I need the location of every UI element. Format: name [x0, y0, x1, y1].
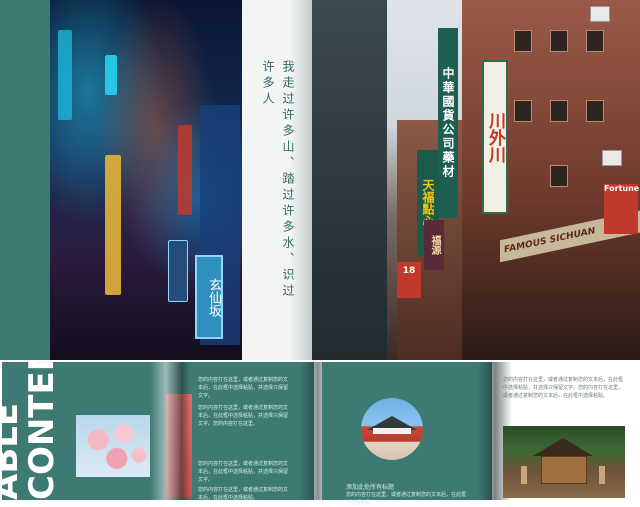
- shop-sign: Fortune: [604, 184, 639, 234]
- neon-sign: [58, 30, 72, 120]
- neon-sign: [168, 240, 188, 302]
- air-conditioner: [590, 6, 610, 22]
- neon-sign: [105, 55, 117, 95]
- neon-sign: [105, 155, 121, 295]
- vertical-sign: 中華國貨公司藥材: [438, 28, 458, 218]
- window: [550, 30, 568, 52]
- teal-strip: [0, 0, 50, 360]
- body-paragraph: 您的内容打在这里，或者通过复制您的文本后，在此框中选择粘贴。: [346, 492, 467, 506]
- body-paragraph: 您的内容打在这里，或者通过复制您的文本后，在此框中选择粘贴，并选择只保留文字。您…: [198, 405, 289, 427]
- title-line-2: CONTENT: [22, 362, 62, 500]
- window: [550, 165, 568, 187]
- window: [586, 100, 604, 122]
- temple-circle-photo: [361, 398, 423, 460]
- vertical-sign: 川外川: [482, 60, 508, 214]
- window: [514, 100, 532, 122]
- table-content-title: ABLE CONTENT: [0, 362, 74, 500]
- temple-photo: [503, 426, 625, 498]
- cherry-blossom-photo: [76, 415, 150, 477]
- temple-building: [541, 456, 587, 484]
- window: [586, 30, 604, 52]
- bottom-spread: ABLE CONTENT 您的内容打在这里，或者通过复制您的文本后，在此框中选择…: [0, 360, 640, 506]
- air-conditioner: [602, 150, 622, 166]
- stone-lantern: [521, 466, 527, 484]
- window: [514, 30, 532, 52]
- page-fold-shadow: [150, 362, 190, 500]
- temple-roof: [533, 438, 593, 456]
- body-paragraph: 您的内容打在这里，或者通过复制您的文本后，在此框中选择粘贴，并选择只保留文字。您…: [503, 377, 624, 399]
- temple-eave: [373, 428, 411, 434]
- alley-vertical-sign: 玄仙坂: [195, 255, 223, 339]
- chinatown-street-photo: 中華國貨公司藥材 川外川 天福點心 福源 FAMOUS SICHUAN 18 F…: [312, 0, 640, 360]
- neon-alley-photo: 玄仙坂: [50, 0, 242, 360]
- body-paragraph: 您的内容打在这里，或者通过复制您的文本后，在此框中选择粘贴，并选择只保留文字。: [198, 461, 289, 483]
- building-left: [312, 0, 387, 360]
- window: [550, 100, 568, 122]
- top-spread: 玄仙坂 我走过许多山、踏过许多水、识过许多人 中華國貨公司藥材 川外川 天福點心…: [0, 0, 640, 360]
- neon-sign: [178, 125, 192, 215]
- title-line-1: ABLE: [0, 402, 26, 500]
- body-paragraph: 您的内容打在这里，或者通过复制您的文本后，在此框中选择粘贴，并选择只保留文字。: [198, 377, 289, 399]
- vertical-sign: 福源: [424, 220, 444, 270]
- number-sign: 18: [397, 262, 421, 298]
- add-title-text: 添加此处所有标题: [346, 484, 395, 491]
- stone-lantern: [599, 466, 605, 484]
